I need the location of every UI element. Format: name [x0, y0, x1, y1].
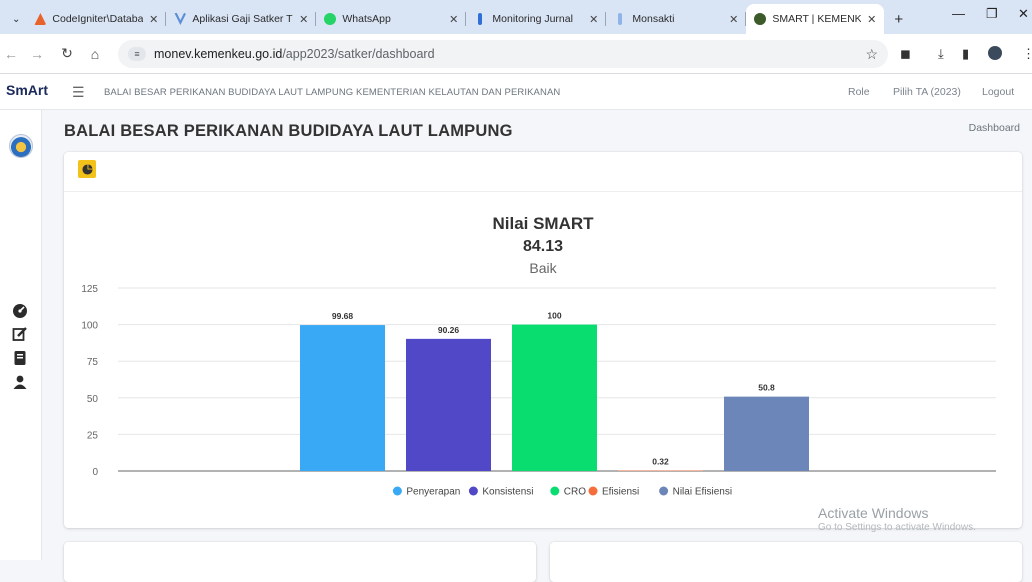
- close-window-icon[interactable]: ✕: [1018, 6, 1029, 22]
- legend-label: Penyerapan: [406, 487, 460, 498]
- legend-marker: [392, 486, 402, 496]
- legend-label: Efisiensi: [602, 487, 639, 498]
- close-icon[interactable]: ✕: [443, 13, 458, 26]
- restore-icon[interactable]: ❐: [986, 6, 998, 22]
- smart-chart-card: Nilai SMART 84.13 Baik 0 25 50 75 100 125 99.6…: [64, 152, 1022, 528]
- legend-marker: [468, 486, 478, 496]
- address-bar[interactable]: ≡ monev.kemenkeu.go.id/app2023/satker/da…: [118, 40, 888, 68]
- bar-efisiensi: [618, 470, 703, 472]
- legend-marker: [588, 486, 598, 496]
- minimize-icon[interactable]: —: [952, 6, 965, 21]
- hamburger-menu-icon[interactable]: ☰: [72, 84, 85, 101]
- bar-chart: 0 25 50 75 100 125 99.68 90.26 100 0.32 50.8 Penyer…: [81, 284, 996, 498]
- close-icon[interactable]: ✕: [723, 13, 738, 26]
- data-label: 90.26: [438, 325, 460, 335]
- y-tick-label: 0: [92, 467, 98, 478]
- new-tab-button[interactable]: +: [884, 4, 913, 34]
- legend-label: Nilai Efisiensi: [673, 487, 732, 498]
- home-icon[interactable]: ⌂: [84, 46, 106, 62]
- dashboard-icon[interactable]: [12, 303, 28, 319]
- app-header: SmArt ☰ BALAI BESAR PERIKANAN BUDIDAYA L…: [0, 74, 1032, 110]
- data-label: 50.8: [758, 383, 775, 393]
- bar-konsistensi: [406, 338, 491, 471]
- main-content: BALAI BESAR PERIKANAN BUDIDAYA LAUT LAMP…: [42, 110, 1032, 582]
- kkp-logo: [9, 134, 33, 158]
- legend-label: Konsistensi: [482, 487, 533, 498]
- role-link[interactable]: Role: [848, 86, 870, 98]
- browser-toolbar: ← → ↻ ⌂ ≡ monev.kemenkeu.go.id/app2023/s…: [0, 34, 1032, 74]
- download-icon[interactable]: ⤓: [938, 46, 944, 62]
- bottom-card-right: [550, 542, 1022, 582]
- bottom-card-left: [64, 542, 536, 582]
- y-tick-label: 25: [87, 430, 99, 441]
- sidebar: [0, 110, 42, 560]
- tab-list-button[interactable]: ⌄: [6, 4, 26, 34]
- bookmark-star-icon[interactable]: ☆: [865, 46, 878, 63]
- bar-penyerapan: [300, 325, 385, 471]
- legend-marker: [550, 486, 560, 496]
- activate-title: Activate Windows: [818, 505, 929, 521]
- tab-favicon-icon: [174, 13, 187, 25]
- extensions-icon[interactable]: ◼: [900, 46, 911, 62]
- profile-avatar-icon[interactable]: [988, 46, 1002, 60]
- menu-dots-icon[interactable]: ⋮: [1022, 46, 1032, 62]
- edit-icon[interactable]: [12, 326, 28, 342]
- browser-tab[interactable]: Monsakti ✕: [606, 4, 747, 34]
- browser-tab[interactable]: Aplikasi Gaji Satker T ✕: [166, 4, 317, 34]
- data-label: 99.68: [332, 311, 354, 321]
- url-path: /app2023/satker/dashboard: [282, 47, 435, 61]
- org-name: BALAI BESAR PERIKANAN BUDIDAYA LAUT LAMP…: [104, 87, 561, 98]
- whatsapp-icon: [324, 13, 337, 25]
- tab-favicon-icon: [34, 13, 47, 25]
- y-tick-label: 50: [87, 394, 99, 405]
- browser-tab-bar: ⌄ CodeIgniter\Databas ✕ Aplikasi Gaji Sa…: [0, 0, 1032, 34]
- browser-tab[interactable]: WhatsApp ✕: [316, 4, 467, 34]
- user-icon[interactable]: [12, 374, 28, 390]
- site-info-icon[interactable]: ≡: [128, 47, 146, 61]
- kemenkeu-logo-icon: [754, 13, 767, 25]
- browser-tab[interactable]: Monitoring Jurnal ✕: [466, 4, 607, 34]
- close-icon[interactable]: ✕: [143, 13, 158, 26]
- reload-icon[interactable]: ↻: [56, 45, 78, 62]
- side-panel-icon[interactable]: ▮: [962, 46, 969, 62]
- bar-cro: [512, 324, 597, 471]
- close-icon[interactable]: ✕: [583, 13, 598, 26]
- page-title: BALAI BESAR PERIKANAN BUDIDAYA LAUT LAMP…: [64, 122, 513, 140]
- tab-favicon-icon: [478, 13, 483, 25]
- document-icon[interactable]: [12, 350, 28, 366]
- logout-link[interactable]: Logout: [982, 86, 1014, 98]
- data-label: 100: [547, 311, 561, 321]
- legend-label: CRO: [564, 487, 586, 498]
- y-tick-label: 100: [81, 321, 98, 332]
- windows-activation-watermark: Activate Windows Go to Settings to activ…: [818, 505, 976, 533]
- close-icon[interactable]: ✕: [861, 13, 876, 26]
- url-host: monev.kemenkeu.go.id: [154, 47, 283, 61]
- data-label: 0.32: [652, 457, 669, 467]
- tab-favicon-icon: [618, 13, 623, 25]
- close-icon[interactable]: ✕: [293, 13, 308, 26]
- y-tick-label: 125: [81, 284, 98, 295]
- browser-tab-active[interactable]: SMART | KEMENKEU ✕: [746, 4, 885, 34]
- smart-logo[interactable]: SmArt: [6, 82, 48, 99]
- breadcrumb[interactable]: Dashboard: [969, 122, 1020, 134]
- activate-subtitle: Go to Settings to activate Windows.: [818, 522, 976, 533]
- legend-marker: [659, 486, 669, 496]
- select-year-link[interactable]: Pilih TA (2023): [893, 86, 961, 98]
- y-tick-label: 75: [87, 357, 99, 368]
- browser-tab[interactable]: CodeIgniter\Databas ✕: [26, 4, 167, 34]
- forward-icon[interactable]: →: [26, 46, 48, 62]
- back-icon[interactable]: ←: [0, 46, 22, 62]
- bar-nilai-efisiensi: [724, 396, 809, 471]
